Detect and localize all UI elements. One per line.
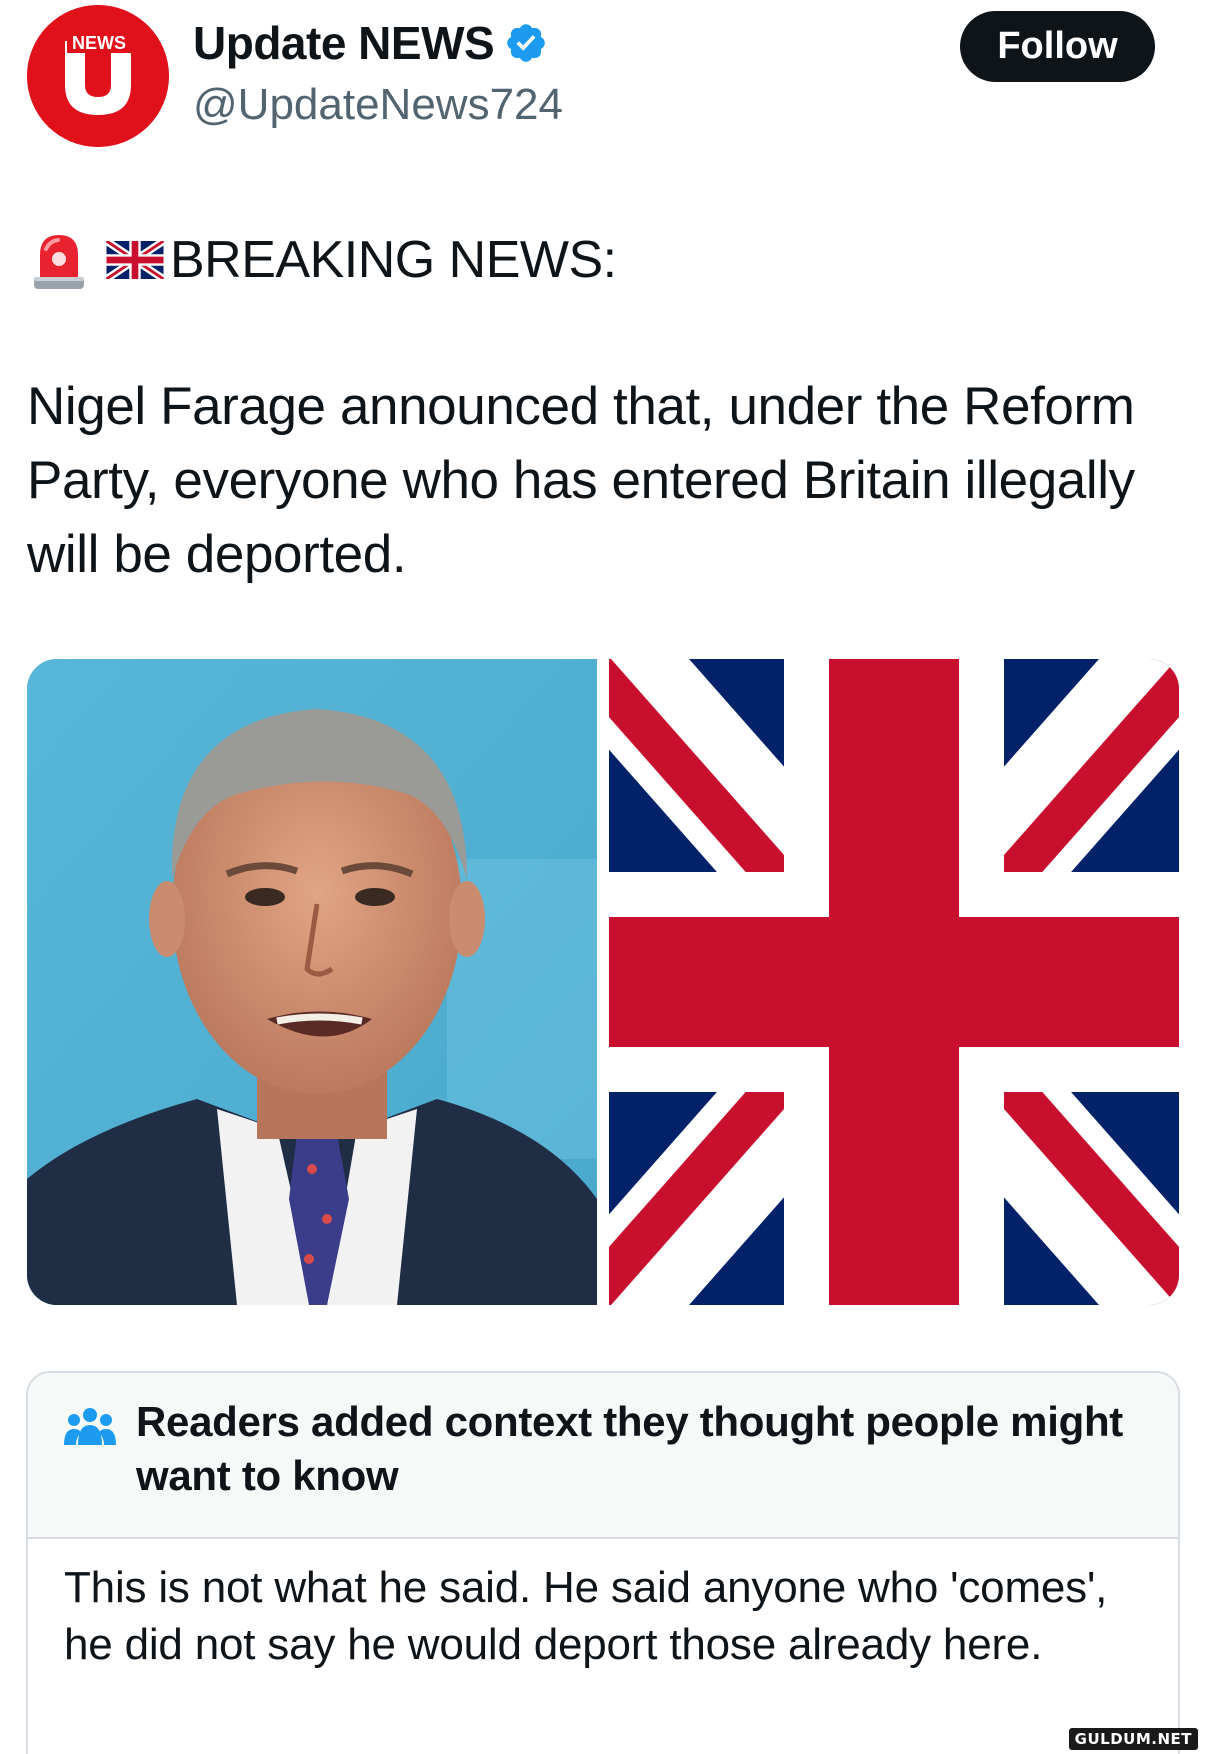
- siren-icon: [34, 235, 84, 289]
- follow-button[interactable]: Follow: [960, 11, 1155, 82]
- tweet-text: Nigel Farage announced that, under the R…: [27, 377, 1135, 584]
- watermark: GULDUM.NET: [1068, 1728, 1198, 1750]
- breaking-label: BREAKING NEWS:: [170, 231, 617, 289]
- breaking-news-line: BREAKING NEWS:: [30, 228, 617, 292]
- author-handle[interactable]: @UpdateNews724: [193, 80, 563, 130]
- portrait-image: [27, 659, 597, 1305]
- union-jack-image: [609, 659, 1179, 1305]
- author-name-text: Update NEWS: [193, 17, 495, 69]
- photo-of-man-speaking[interactable]: [27, 659, 597, 1305]
- tweet-screenshot: NEWS Update NEWS @UpdateNews724 Follow B…: [0, 0, 1206, 1754]
- update-news-logo-icon: NEWS: [27, 5, 169, 147]
- verified-badge-icon: [507, 24, 545, 62]
- community-note-text: This is not what he said. He said anyone…: [64, 1563, 1108, 1669]
- community-note[interactable]: Readers added context they thought peopl…: [26, 1371, 1180, 1754]
- tweet-media[interactable]: [27, 659, 1179, 1305]
- union-jack-flag[interactable]: [609, 659, 1179, 1305]
- avatar[interactable]: NEWS: [27, 5, 169, 147]
- people-group-icon: [64, 1408, 116, 1445]
- author-name[interactable]: Update NEWS: [193, 16, 548, 70]
- avatar-badge-text: NEWS: [72, 33, 126, 53]
- uk-flag-icon: [106, 241, 164, 279]
- community-note-header: Readers added context they thought peopl…: [28, 1373, 1178, 1539]
- community-note-title: Readers added context they thought peopl…: [136, 1398, 1123, 1499]
